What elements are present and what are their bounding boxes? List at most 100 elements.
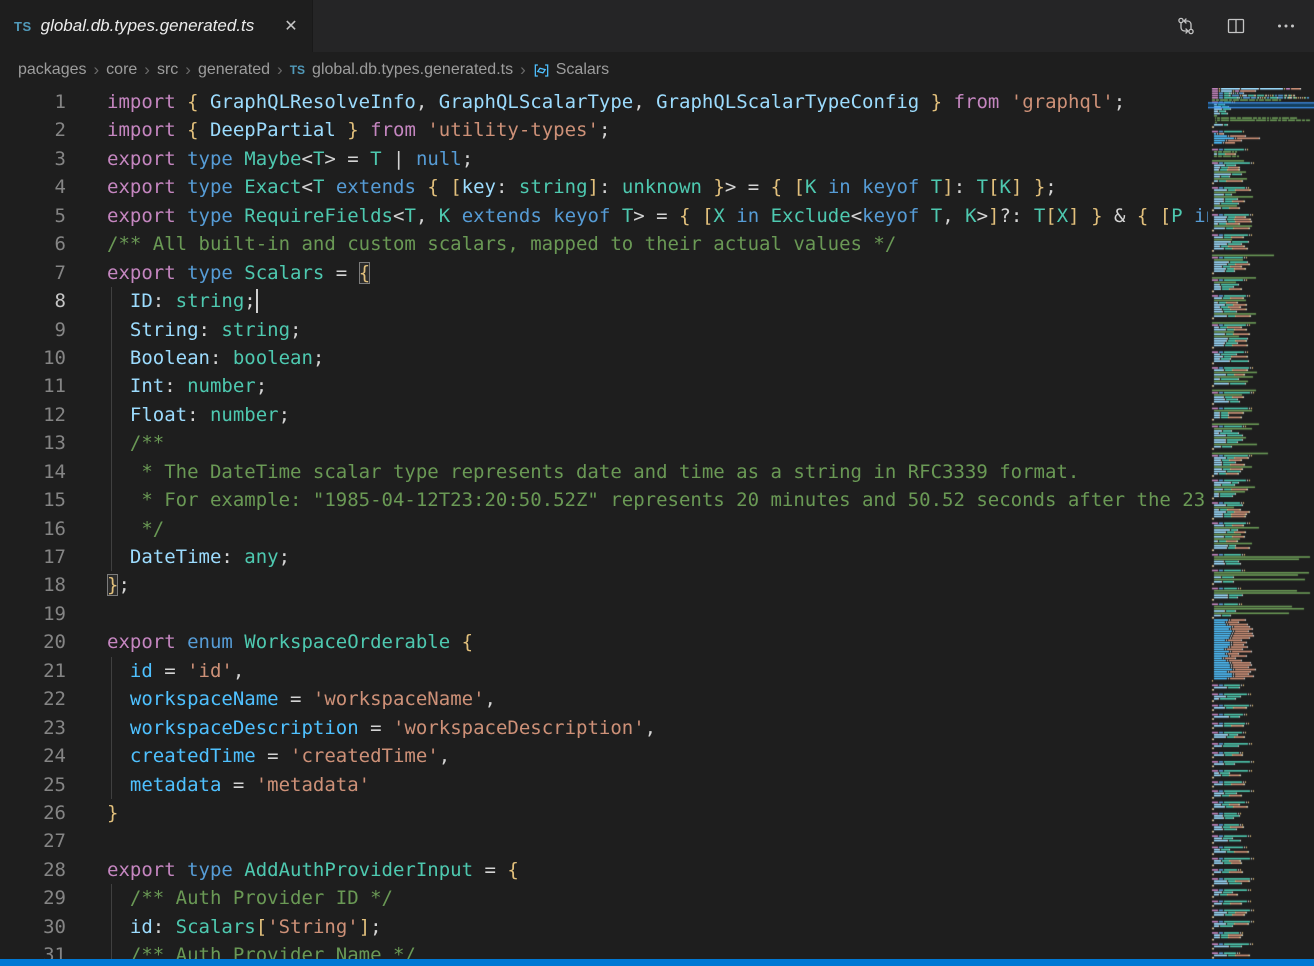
code-text: } (107, 799, 118, 827)
line-number[interactable]: 29 (0, 884, 66, 912)
chevron-right-icon: › (94, 60, 100, 80)
code-line[interactable]: 6/** All built-in and custom scalars, ma… (0, 230, 1208, 258)
type-symbol-icon (533, 62, 550, 79)
chevron-right-icon: › (185, 60, 191, 80)
line-number[interactable]: 26 (0, 799, 66, 827)
code-line[interactable]: 8 ID: string; (0, 287, 1208, 315)
line-number[interactable]: 10 (0, 344, 66, 372)
code-text: workspaceName = 'workspaceName', (107, 685, 496, 713)
line-number[interactable]: 27 (0, 827, 66, 855)
code-line[interactable]: 5export type RequireFields<T, K extends … (0, 202, 1208, 230)
breadcrumb-item-packages[interactable]: packages (18, 61, 87, 79)
line-number[interactable]: 11 (0, 372, 66, 400)
code-line[interactable]: 9 String: string; (0, 316, 1208, 344)
code-line[interactable]: 2import { DeepPartial } from 'utility-ty… (0, 116, 1208, 144)
code-line[interactable]: 16 */ (0, 515, 1208, 543)
code-text: }; (107, 571, 130, 599)
code-text: export type Maybe<T> = T | null; (107, 145, 473, 173)
line-number[interactable]: 4 (0, 173, 66, 201)
code-text: workspaceDescription = 'workspaceDescrip… (107, 714, 656, 742)
compare-changes-icon (1175, 15, 1197, 37)
line-number[interactable]: 21 (0, 657, 66, 685)
code-line[interactable]: 22 workspaceName = 'workspaceName', (0, 685, 1208, 713)
ellipsis-icon (1275, 15, 1297, 37)
code-text: id = 'id', (107, 657, 244, 685)
code-line[interactable]: 13 /** (0, 429, 1208, 457)
code-line[interactable]: 14 * The DateTime scalar type represents… (0, 458, 1208, 486)
breadcrumb-item-symbol[interactable]: Scalars (556, 61, 609, 79)
typescript-file-icon: TS (14, 19, 32, 34)
code-line[interactable]: 17 DateTime: any; (0, 543, 1208, 571)
split-editor-button[interactable] (1224, 14, 1248, 38)
code-line[interactable]: 26} (0, 799, 1208, 827)
code-line[interactable]: 15 * For example: "1985-04-12T23:20:50.5… (0, 486, 1208, 514)
line-number[interactable]: 9 (0, 316, 66, 344)
code-line[interactable]: 7export type Scalars = { (0, 259, 1208, 287)
line-number[interactable]: 15 (0, 486, 66, 514)
code-text: createdTime = 'createdTime', (107, 742, 450, 770)
code-line[interactable]: 20export enum WorkspaceOrderable { (0, 628, 1208, 656)
line-number[interactable]: 17 (0, 543, 66, 571)
breadcrumb-item-file[interactable]: global.db.types.generated.ts (312, 61, 513, 79)
code-line[interactable]: 19 (0, 600, 1208, 628)
code-line[interactable]: 29 /** Auth Provider ID */ (0, 884, 1208, 912)
chevron-right-icon: › (277, 60, 283, 80)
line-number[interactable]: 1 (0, 88, 66, 116)
line-number[interactable]: 24 (0, 742, 66, 770)
code-line[interactable]: 30 id: Scalars['String']; (0, 913, 1208, 941)
code-line[interactable]: 27 (0, 827, 1208, 855)
code-text: Float: number; (107, 401, 290, 429)
line-number[interactable]: 31 (0, 941, 66, 959)
line-number[interactable]: 7 (0, 259, 66, 287)
code-line[interactable]: 28 export type AddAuthProviderInput = { (0, 856, 1208, 884)
code-line[interactable]: 24 createdTime = 'createdTime', (0, 742, 1208, 770)
code-line[interactable]: 31 /** Auth Provider Name */ (0, 941, 1208, 959)
code-line[interactable]: 21 id = 'id', (0, 657, 1208, 685)
code-text: import { GraphQLResolveInfo, GraphQLScal… (107, 88, 1125, 116)
code-line[interactable]: 23 workspaceDescription = 'workspaceDesc… (0, 714, 1208, 742)
line-number[interactable]: 23 (0, 714, 66, 742)
minimap[interactable] (1208, 88, 1314, 959)
line-number[interactable]: 14 (0, 458, 66, 486)
code-line[interactable]: 18}; (0, 571, 1208, 599)
line-number[interactable]: 8 (0, 287, 66, 315)
line-number[interactable]: 5 (0, 202, 66, 230)
line-number[interactable]: 28 (0, 856, 66, 884)
code-text: metadata = 'metadata' (107, 771, 370, 799)
code-text: Boolean: boolean; (107, 344, 324, 372)
code-line[interactable]: 25 metadata = 'metadata' (0, 771, 1208, 799)
line-number[interactable]: 22 (0, 685, 66, 713)
breadcrumb: packages › core › src › generated › TS g… (0, 52, 1314, 88)
breadcrumb-item-generated[interactable]: generated (198, 61, 270, 79)
code-line[interactable]: 1 import { GraphQLResolveInfo, GraphQLSca… (0, 88, 1208, 116)
code-text: export type AddAuthProviderInput = { (107, 856, 519, 884)
code-line[interactable]: 12 Float: number; (0, 401, 1208, 429)
close-tab-icon[interactable]: ✕ (280, 15, 302, 37)
code-text: /** Auth Provider ID */ (107, 884, 393, 912)
line-number[interactable]: 25 (0, 771, 66, 799)
line-number[interactable]: 12 (0, 401, 66, 429)
more-actions-button[interactable] (1274, 14, 1298, 38)
line-number[interactable]: 19 (0, 600, 66, 628)
code-line[interactable]: 4 export type Exact<T extends { [key: str… (0, 173, 1208, 201)
code-editor[interactable]: 1 import { GraphQLResolveInfo, GraphQLSca… (0, 88, 1208, 959)
compare-changes-button[interactable] (1174, 14, 1198, 38)
code-text: DateTime: any; (107, 543, 290, 571)
code-line[interactable]: 11 Int: number; (0, 372, 1208, 400)
line-number[interactable]: 20 (0, 628, 66, 656)
code-line[interactable]: 10 Boolean: boolean; (0, 344, 1208, 372)
line-number[interactable]: 3 (0, 145, 66, 173)
line-number[interactable]: 2 (0, 116, 66, 144)
code-text: * The DateTime scalar type represents da… (107, 458, 1079, 486)
code-text: export type Exact<T extends { [key: stri… (107, 173, 1057, 201)
tab-global-db-types-generated-ts[interactable]: TS global.db.types.generated.ts ✕ (0, 0, 313, 52)
breadcrumb-item-core[interactable]: core (106, 61, 137, 79)
line-number[interactable]: 18 (0, 571, 66, 599)
line-number[interactable]: 6 (0, 230, 66, 258)
line-number[interactable]: 13 (0, 429, 66, 457)
code-line[interactable]: 3 export type Maybe<T> = T | null; (0, 145, 1208, 173)
breadcrumb-item-src[interactable]: src (157, 61, 178, 79)
line-number[interactable]: 30 (0, 913, 66, 941)
line-number[interactable]: 16 (0, 515, 66, 543)
code-text: String: string; (107, 316, 302, 344)
